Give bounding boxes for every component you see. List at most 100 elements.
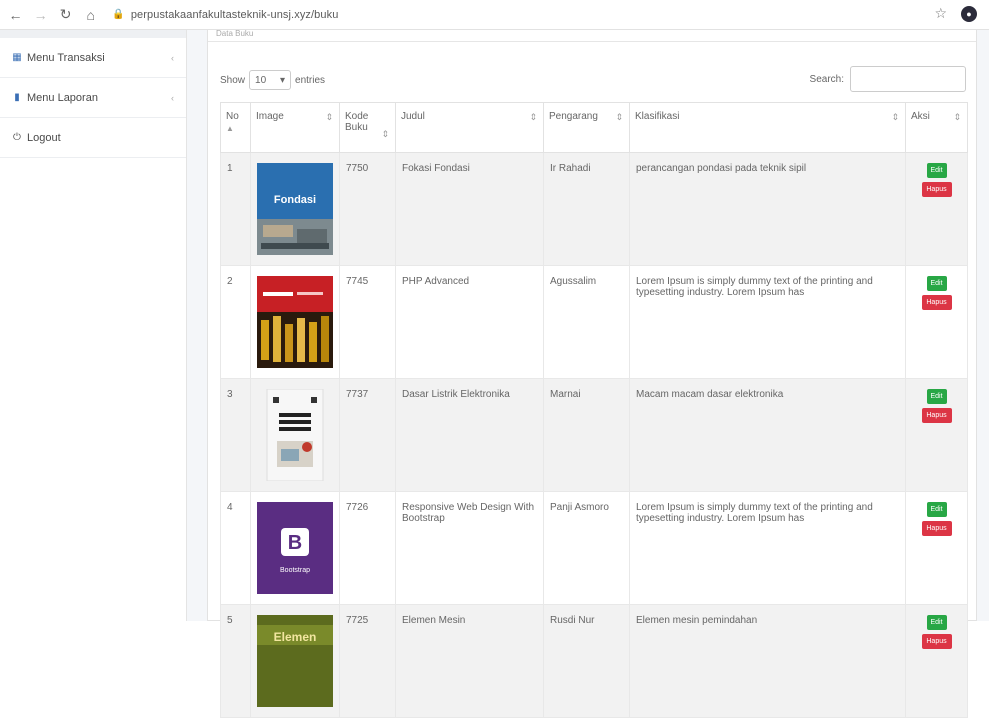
cell-klasifikasi: perancangan pondasi pada teknik sipil <box>629 152 906 266</box>
sidebar-item-label: Logout <box>27 131 61 144</box>
address-bar[interactable]: 🔒 perpustakaanfakultasteknik-unsj.xyz/bu… <box>112 4 989 26</box>
column-header-no[interactable]: No ▲ <box>220 102 251 153</box>
cover-title: Elemen <box>274 630 317 644</box>
bootstrap-logo-icon: B <box>288 532 302 554</box>
cell-no: 4 <box>220 491 251 605</box>
delete-button[interactable]: Hapus <box>921 182 952 197</box>
power-icon: ⏻ <box>13 132 21 143</box>
delete-button[interactable]: Hapus <box>921 521 952 536</box>
cell-aksi: Edit Hapus <box>905 152 968 266</box>
column-header-kode-buku[interactable]: Kode Buku ⇕ <box>339 102 396 153</box>
cell-pengarang: Marnai <box>543 378 630 492</box>
profile-avatar[interactable]: ● <box>961 5 977 22</box>
home-icon[interactable]: ⌂ <box>81 5 100 25</box>
sidebar-strip <box>0 30 186 38</box>
cover-title: Bootstrap <box>280 567 310 574</box>
data-table-card: Data Buku Show 10 ▾ entries Search: No ▲… <box>207 30 977 718</box>
chevron-left-icon: ‹ <box>171 52 174 63</box>
edit-button[interactable]: Edit <box>926 615 947 630</box>
cell-image: B Bootstrap <box>250 491 340 605</box>
cell-pengarang: Agussalim <box>543 265 630 379</box>
cell-kode: 7745 <box>339 265 396 379</box>
cell-judul: PHP Advanced <box>395 265 544 379</box>
lock-icon: 🔒 <box>112 9 125 20</box>
table-icon: ▦ <box>12 52 22 63</box>
cell-kode: 7750 <box>339 152 396 266</box>
edit-button[interactable]: Edit <box>926 389 947 404</box>
column-header-aksi[interactable]: Aksi ⇕ <box>905 102 968 153</box>
cell-judul: Responsive Web Design With Bootstrap <box>395 491 544 605</box>
cell-no: 1 <box>220 152 251 266</box>
book-cover-bootstrap: B Bootstrap <box>257 502 333 594</box>
cell-aksi: Edit Hapus <box>905 378 968 492</box>
book-cover-dasar-listrik <box>266 389 324 481</box>
cell-kode: 7737 <box>339 378 396 492</box>
cover-title: Fondasi <box>274 194 316 206</box>
page-body: ▦ Menu Transaksi ‹ ▮ Menu Laporan ‹ ⏻ Lo… <box>0 30 989 718</box>
book-cover-elemen: Elemen <box>257 615 333 707</box>
column-header-klasifikasi[interactable]: Klasifikasi ⇕ <box>629 102 906 153</box>
cell-kode: 7725 <box>339 604 396 718</box>
table-row: 4 B Bootstrap 7726 Responsive Web Design… <box>220 491 968 605</box>
sort-icon: ⇕ <box>615 112 623 122</box>
url-text: perpustakaanfakultasteknik-unsj.xyz/buku <box>130 8 339 21</box>
cell-judul: Fokasi Fondasi <box>395 152 544 266</box>
card-header: Data Buku <box>208 30 976 42</box>
edit-button[interactable]: Edit <box>926 276 947 291</box>
book-cover-fondasi: Fondasi <box>257 163 333 255</box>
delete-button[interactable]: Hapus <box>921 634 952 649</box>
sort-icon: ⇕ <box>325 112 333 122</box>
cell-aksi: Edit Hapus <box>905 604 968 718</box>
sort-icon: ⇕ <box>891 112 899 122</box>
cell-no: 2 <box>220 265 251 379</box>
cell-klasifikasi: Macam macam dasar elektronika <box>629 378 906 492</box>
cell-no: 5 <box>220 604 251 718</box>
table-controls: Show 10 ▾ entries Search: <box>220 64 966 92</box>
cell-pengarang: Ir Rahadi <box>543 152 630 266</box>
forward-arrow-icon[interactable]: → <box>31 5 50 25</box>
table-row: 2 7745 PHP Advanced Agussalim Lorem Ipsu… <box>220 265 968 379</box>
cell-aksi: Edit Hapus <box>905 265 968 379</box>
table-row: 1 Fondasi 7750 Fokasi Fondasi Ir Rahadi … <box>220 152 968 266</box>
show-label: Show <box>220 74 246 86</box>
book-icon: ▮ <box>14 92 20 103</box>
chevron-left-icon: ‹ <box>171 92 174 103</box>
edit-button[interactable]: Edit <box>926 163 947 178</box>
cell-image <box>250 378 340 492</box>
sidebar: ▦ Menu Transaksi ‹ ▮ Menu Laporan ‹ ⏻ Lo… <box>0 30 187 621</box>
books-table: No ▲ Image ⇕ Kode Buku ⇕ Judul ⇕ Pengara… <box>220 102 968 718</box>
edit-button[interactable]: Edit <box>926 502 947 517</box>
cell-klasifikasi: Elemen mesin pemindahan <box>629 604 906 718</box>
cell-aksi: Edit Hapus <box>905 491 968 605</box>
sidebar-item-label: Menu Laporan <box>27 91 98 104</box>
cell-judul: Elemen Mesin <box>395 604 544 718</box>
cell-no: 3 <box>220 378 251 492</box>
sidebar-item-menu-transaksi[interactable]: ▦ Menu Transaksi ‹ <box>0 38 186 78</box>
column-header-judul[interactable]: Judul ⇕ <box>395 102 544 153</box>
reload-icon[interactable]: ↻ <box>56 5 75 25</box>
search-input[interactable] <box>850 66 966 92</box>
column-header-image[interactable]: Image ⇕ <box>250 102 340 153</box>
back-arrow-icon[interactable]: ← <box>6 5 25 25</box>
sort-icon: ⇕ <box>953 112 961 122</box>
table-row: 5 Elemen 7725 Elemen Mesin Rusdi Nur Ele… <box>220 604 968 718</box>
entries-value: 10 <box>255 74 267 86</box>
sidebar-item-label: Menu Transaksi <box>27 51 105 64</box>
entries-label: entries <box>295 74 326 86</box>
entries-length-control: Show 10 ▾ entries <box>220 70 325 90</box>
browser-toolbar: ← → ↻ ⌂ 🔒 perpustakaanfakultasteknik-uns… <box>0 0 989 30</box>
cell-image: Elemen <box>250 604 340 718</box>
cell-image <box>250 265 340 379</box>
sidebar-item-menu-laporan[interactable]: ▮ Menu Laporan ‹ <box>0 78 186 118</box>
sort-asc-icon: ▲ <box>226 124 234 133</box>
bookmark-star-icon[interactable]: ☆ <box>934 5 947 22</box>
sort-icon: ⇕ <box>381 129 389 139</box>
chevron-down-icon: ▾ <box>279 74 286 86</box>
column-header-pengarang[interactable]: Pengarang ⇕ <box>543 102 630 153</box>
delete-button[interactable]: Hapus <box>921 408 952 423</box>
book-cover-php <box>257 276 333 368</box>
sidebar-item-logout[interactable]: ⏻ Logout <box>0 118 186 158</box>
entries-select[interactable]: 10 ▾ <box>249 70 292 90</box>
cell-kode: 7726 <box>339 491 396 605</box>
delete-button[interactable]: Hapus <box>921 295 952 310</box>
